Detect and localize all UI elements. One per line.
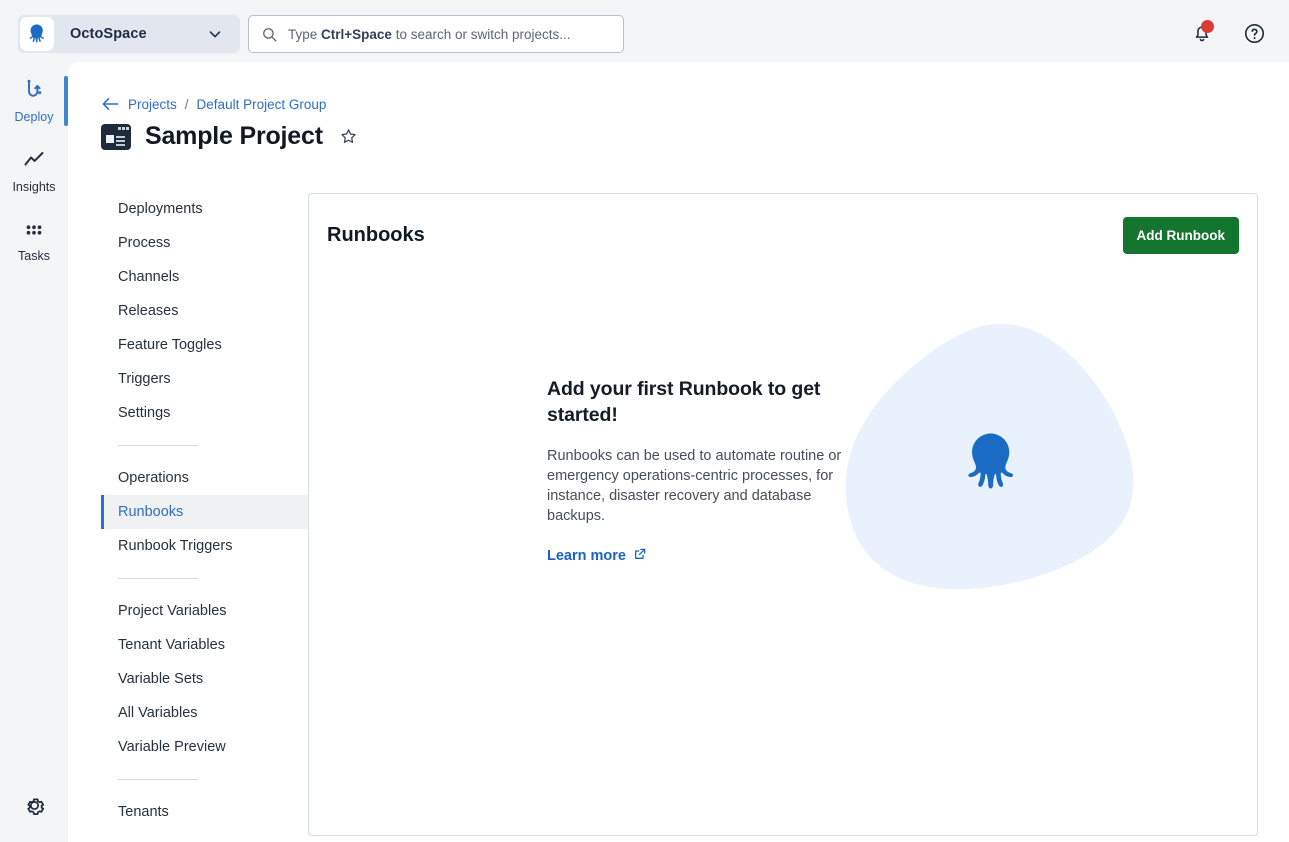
search-placeholder: Type Ctrl+Space to search or switch proj… xyxy=(288,27,571,42)
topbar-actions xyxy=(1185,16,1271,50)
insights-chart-icon xyxy=(22,148,46,177)
nav-item-tenant-variables[interactable]: Tenant Variables xyxy=(101,628,326,662)
nav-item-label: Deployments xyxy=(118,201,203,217)
search-placeholder-suffix: to search or switch projects... xyxy=(391,26,571,42)
nav-item-label: Operations xyxy=(118,470,189,486)
rail-item-label: Insights xyxy=(12,180,56,194)
search-placeholder-keys: Ctrl+Space xyxy=(321,26,392,42)
nav-item-variable-sets[interactable]: Variable Sets xyxy=(101,662,326,696)
breadcrumb-item-default-project-group[interactable]: Default Project Group xyxy=(197,97,327,112)
nav-item-label: Variable Preview xyxy=(118,739,226,755)
nav-item-label: Releases xyxy=(118,303,179,319)
nav-item-label: Tenant Variables xyxy=(118,637,225,653)
learn-more-link[interactable]: Learn more xyxy=(547,547,647,565)
empty-state: Add your first Runbook to get started! R… xyxy=(309,276,1257,835)
chevron-down-icon xyxy=(206,25,224,43)
page-title: Sample Project xyxy=(145,122,323,150)
search-placeholder-prefix: Type xyxy=(288,26,322,42)
card-header: Runbooks Add Runbook xyxy=(309,194,1257,276)
octopus-illustration xyxy=(831,306,1151,626)
nav-item-deployments[interactable]: Deployments xyxy=(101,192,326,226)
nav-item-runbook-triggers[interactable]: Runbook Triggers xyxy=(101,529,326,563)
nav-item-project-variables[interactable]: Project Variables xyxy=(101,594,326,628)
nav-item-label: Project Variables xyxy=(118,603,227,619)
octopus-logo-icon xyxy=(20,17,54,51)
star-outline-icon[interactable] xyxy=(339,127,358,146)
nav-item-label: Triggers xyxy=(118,371,171,387)
left-rail: Deploy Insights Tasks xyxy=(0,62,68,842)
page-title-row: Sample Project xyxy=(101,122,358,151)
nav-item-releases[interactable]: Releases xyxy=(101,294,326,328)
arrow-left-icon[interactable] xyxy=(101,96,120,112)
nav-item-operations[interactable]: Operations xyxy=(101,461,326,495)
nav-item-label: Feature Toggles xyxy=(118,337,222,353)
empty-state-body: Runbooks can be used to automate routine… xyxy=(547,448,842,524)
nav-item-all-variables[interactable]: All Variables xyxy=(101,696,326,730)
nav-item-label: Settings xyxy=(118,405,171,421)
search-icon xyxy=(261,26,278,43)
rail-item-insights[interactable]: Insights xyxy=(0,140,68,202)
project-nav: Deployments Process Channels Releases Fe… xyxy=(101,192,326,829)
empty-state-text: Add your first Runbook to get started! R… xyxy=(547,376,857,565)
breadcrumb-separator: / xyxy=(184,96,189,112)
project-window-icon xyxy=(101,123,131,150)
nav-item-channels[interactable]: Channels xyxy=(101,260,326,294)
nav-item-label: Variable Sets xyxy=(118,671,204,687)
nav-item-runbooks[interactable]: Runbooks xyxy=(101,495,326,529)
nav-item-feature-toggles[interactable]: Feature Toggles xyxy=(101,328,326,362)
breadcrumb-item-projects[interactable]: Projects xyxy=(128,97,177,112)
external-link-icon xyxy=(633,547,647,565)
rail-item-label: Deploy xyxy=(14,110,54,124)
nav-item-label: Channels xyxy=(118,269,180,285)
top-bar: OctoSpace Type Ctrl+Space to search or s… xyxy=(0,0,1289,62)
rail-item-label: Tasks xyxy=(18,249,50,263)
project-switcher-label: OctoSpace xyxy=(70,26,147,42)
tasks-grid-icon xyxy=(23,219,45,246)
rail-item-tasks[interactable]: Tasks xyxy=(0,210,68,272)
rail-item-deploy[interactable]: Deploy xyxy=(0,70,68,132)
notification-badge xyxy=(1201,20,1214,33)
nav-divider xyxy=(118,779,198,780)
runbooks-card: Runbooks Add Runbook Add your first Runb… xyxy=(308,193,1258,836)
gear-icon xyxy=(23,794,46,822)
nav-item-triggers[interactable]: Triggers xyxy=(101,362,326,396)
nav-item-label: Process xyxy=(118,235,171,251)
project-switcher[interactable]: OctoSpace xyxy=(18,15,240,53)
empty-state-heading: Add your first Runbook to get started! xyxy=(547,378,821,426)
nav-divider xyxy=(118,445,198,446)
nav-item-label: All Variables xyxy=(118,705,198,721)
content-panel: Projects / Default Project Group Sample … xyxy=(68,62,1289,842)
nav-item-label: Tenants xyxy=(118,804,169,820)
rail-item-settings[interactable] xyxy=(0,791,68,825)
nav-item-variable-preview[interactable]: Variable Preview xyxy=(101,730,326,764)
nav-item-label: Runbooks xyxy=(118,504,184,520)
help-button[interactable] xyxy=(1237,16,1271,50)
breadcrumb: Projects / Default Project Group xyxy=(101,96,326,112)
nav-item-label: Runbook Triggers xyxy=(118,538,233,554)
notifications-button[interactable] xyxy=(1185,16,1219,50)
nav-divider xyxy=(118,578,198,579)
nav-item-settings[interactable]: Settings xyxy=(101,396,326,430)
learn-more-label: Learn more xyxy=(547,548,626,564)
nav-item-process[interactable]: Process xyxy=(101,226,326,260)
card-title: Runbooks xyxy=(327,223,425,246)
question-circle-icon xyxy=(1244,23,1264,43)
search-input[interactable]: Type Ctrl+Space to search or switch proj… xyxy=(248,15,624,53)
deploy-icon xyxy=(22,78,46,107)
nav-item-tenants[interactable]: Tenants xyxy=(101,795,326,829)
add-runbook-button[interactable]: Add Runbook xyxy=(1122,216,1239,254)
